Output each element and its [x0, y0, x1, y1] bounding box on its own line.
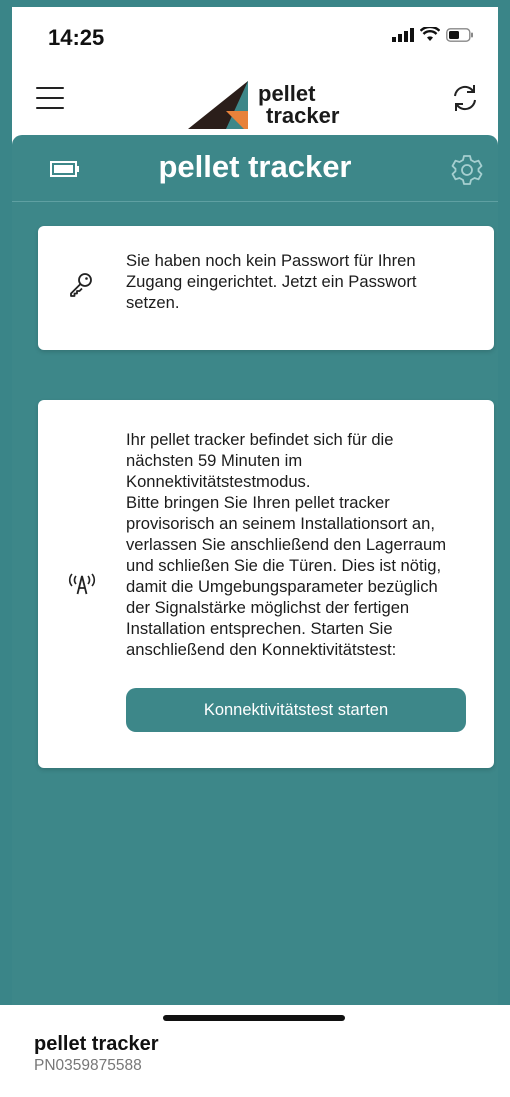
antenna-icon — [68, 573, 96, 595]
panel-header: pellet tracker — [12, 135, 498, 202]
battery-status-icon — [446, 27, 473, 42]
refresh-icon — [454, 85, 476, 111]
hamburger-line — [36, 97, 64, 99]
signal-icon — [392, 27, 414, 42]
refresh-button[interactable] — [450, 83, 480, 113]
menu-button[interactable] — [36, 87, 64, 111]
gear-icon — [451, 155, 483, 185]
device-frame-left — [0, 0, 12, 1005]
connectivity-message: Ihr pellet tracker befindet sich für die… — [126, 430, 447, 659]
status-icons — [392, 27, 474, 42]
key-icon — [70, 273, 92, 297]
hamburger-line — [36, 107, 64, 109]
connectivity-test-card: Ihr pellet tracker befindet sich für die… — [38, 400, 494, 768]
device-id: PN0359875588 — [34, 1057, 142, 1074]
set-password-card[interactable]: Sie haben noch kein Passwort für Ihren Z… — [38, 226, 494, 350]
logo-line2: tracker — [266, 103, 340, 128]
device-frame-top — [0, 0, 510, 7]
main-panel: pellet tracker Sie haben noch kein Passw… — [12, 135, 498, 1005]
device-frame-right — [498, 0, 510, 1005]
app-screen: 14:25 pellet tracker pellet tracker Sie … — [12, 7, 498, 1097]
panel-title: pellet tracker — [158, 149, 352, 184]
start-connectivity-test-button[interactable]: Konnektivitätstest starten — [126, 688, 466, 732]
hamburger-icon — [36, 87, 64, 89]
status-bar: 14:25 — [12, 7, 498, 65]
status-time: 14:25 — [48, 25, 105, 50]
app-header: pellet tracker — [12, 65, 498, 135]
settings-button[interactable] — [450, 153, 484, 187]
device-name: pellet tracker — [34, 1033, 159, 1055]
logo-mark-icon — [188, 81, 248, 129]
logo-line1: pellet — [258, 81, 316, 106]
logo-wordmark: pellet tracker — [258, 83, 339, 127]
pellet-tracker-logo: pellet tracker — [188, 75, 348, 133]
password-message: Sie haben noch kein Passwort für Ihren Z… — [126, 251, 417, 312]
home-indicator[interactable] — [163, 1015, 345, 1021]
wifi-icon — [420, 27, 440, 41]
